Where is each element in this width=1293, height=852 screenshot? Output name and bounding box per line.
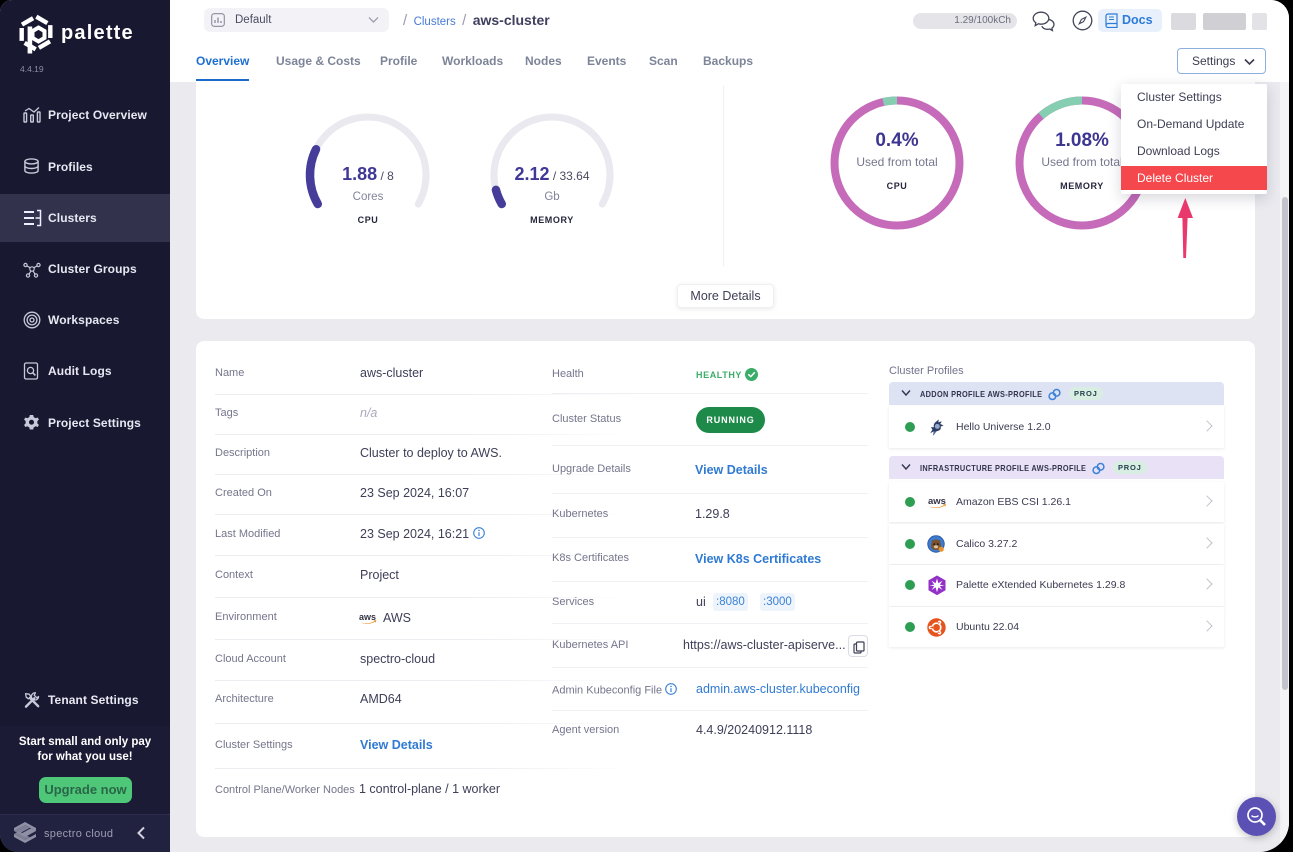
svg-text:aws: aws: [928, 496, 946, 507]
svg-text:aws: aws: [359, 612, 376, 622]
